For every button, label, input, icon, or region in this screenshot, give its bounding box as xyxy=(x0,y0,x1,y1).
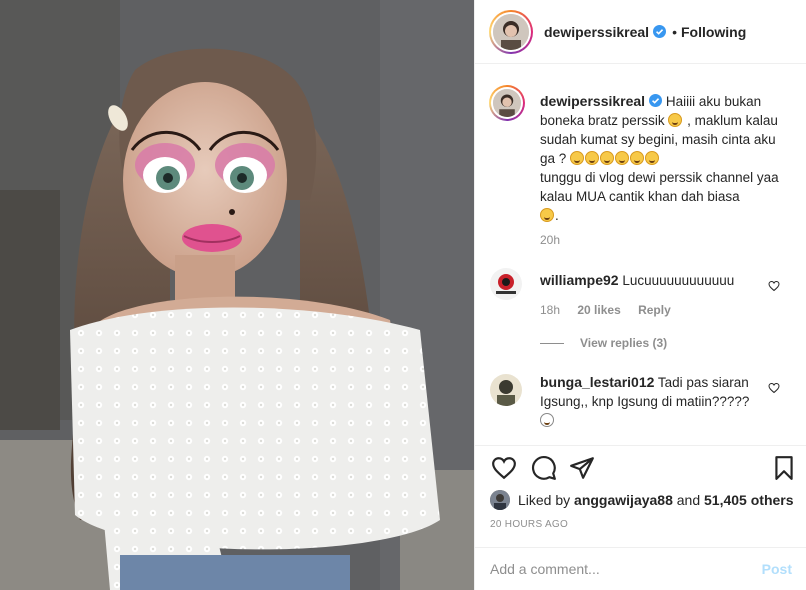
post-photo[interactable] xyxy=(0,0,474,590)
view-replies-line xyxy=(540,342,564,344)
grinning-emoji-icon xyxy=(540,208,554,222)
rofl-emoji-icon xyxy=(615,151,630,165)
caption-line2: tunggu di vlog dewi perssik channel yaa … xyxy=(540,170,779,204)
grinning-emoji-icon xyxy=(668,113,683,127)
smile-emoji-icon xyxy=(540,413,554,427)
bookmark-icon[interactable] xyxy=(771,455,797,481)
caption: dewiperssikreal Haiiii aku bukan boneka … xyxy=(540,92,785,225)
story-ring[interactable] xyxy=(489,9,533,54)
comment-input[interactable] xyxy=(490,561,760,577)
commenter-avatar[interactable] xyxy=(490,374,522,406)
post-header: dewiperssikreal • Following xyxy=(475,0,806,64)
heart-icon[interactable] xyxy=(768,280,780,292)
header-username[interactable]: dewiperssikreal xyxy=(544,24,649,40)
rofl-emoji-icon xyxy=(570,151,585,165)
comment-text: Lucuuuuuuuuuuuu xyxy=(622,273,735,288)
comment-username[interactable]: bunga_lestari012 xyxy=(540,374,654,390)
likes-summary: Liked by anggawijaya88 and 51,405 others xyxy=(490,490,794,510)
caption-avatar[interactable] xyxy=(489,85,525,121)
instagram-post: dewiperssikreal • Following dewiperssikr… xyxy=(0,0,806,590)
comment: williampe92 Lucuuuuuuuuuuuu xyxy=(540,271,765,290)
post-timestamp[interactable]: 20 HOURS AGO xyxy=(490,519,568,530)
liker-username[interactable]: anggawijaya88 xyxy=(574,492,673,508)
view-replies-label: View replies (3) xyxy=(580,336,668,350)
liker-avatar[interactable] xyxy=(490,490,510,510)
header-separator: • xyxy=(672,23,677,40)
comment-icon[interactable] xyxy=(531,455,557,481)
caption-username[interactable]: dewiperssikreal xyxy=(540,93,645,109)
verified-badge-icon xyxy=(653,25,667,38)
share-icon[interactable] xyxy=(569,455,595,481)
caption-time[interactable]: 20h xyxy=(540,233,560,247)
comment-likes[interactable]: 20 likes xyxy=(577,303,620,317)
heart-icon[interactable] xyxy=(491,455,517,481)
photo-illustration xyxy=(0,0,474,590)
commenter-avatar[interactable] xyxy=(490,268,522,300)
rofl-emoji-icon xyxy=(600,151,615,165)
likes-and: and xyxy=(676,492,701,508)
caption-line2-end: . xyxy=(555,208,559,223)
comment-meta: 18h 20 likes Reply xyxy=(540,303,671,317)
reply-button[interactable]: Reply xyxy=(638,303,671,317)
rofl-emoji-icon xyxy=(645,151,660,165)
author-avatar[interactable] xyxy=(493,13,529,50)
heart-icon[interactable] xyxy=(768,382,780,394)
verified-badge-icon xyxy=(649,94,663,107)
rofl-emoji-icon xyxy=(585,151,600,165)
comment-time[interactable]: 18h xyxy=(540,303,560,317)
divider xyxy=(474,445,806,446)
view-replies-button[interactable]: View replies (3) xyxy=(540,336,667,350)
post-button[interactable]: Post xyxy=(762,561,792,577)
liked-by-label: Liked by xyxy=(518,492,571,508)
comment: bunga_lestari012 Tadi pas siaran Igsung,… xyxy=(540,373,765,430)
following-button[interactable]: Following xyxy=(681,24,746,40)
likes-others[interactable]: 51,405 others xyxy=(704,492,794,508)
rofl-emoji-icon xyxy=(630,151,645,165)
comment-username[interactable]: williampe92 xyxy=(540,272,619,288)
comment-box: Post xyxy=(474,547,806,590)
